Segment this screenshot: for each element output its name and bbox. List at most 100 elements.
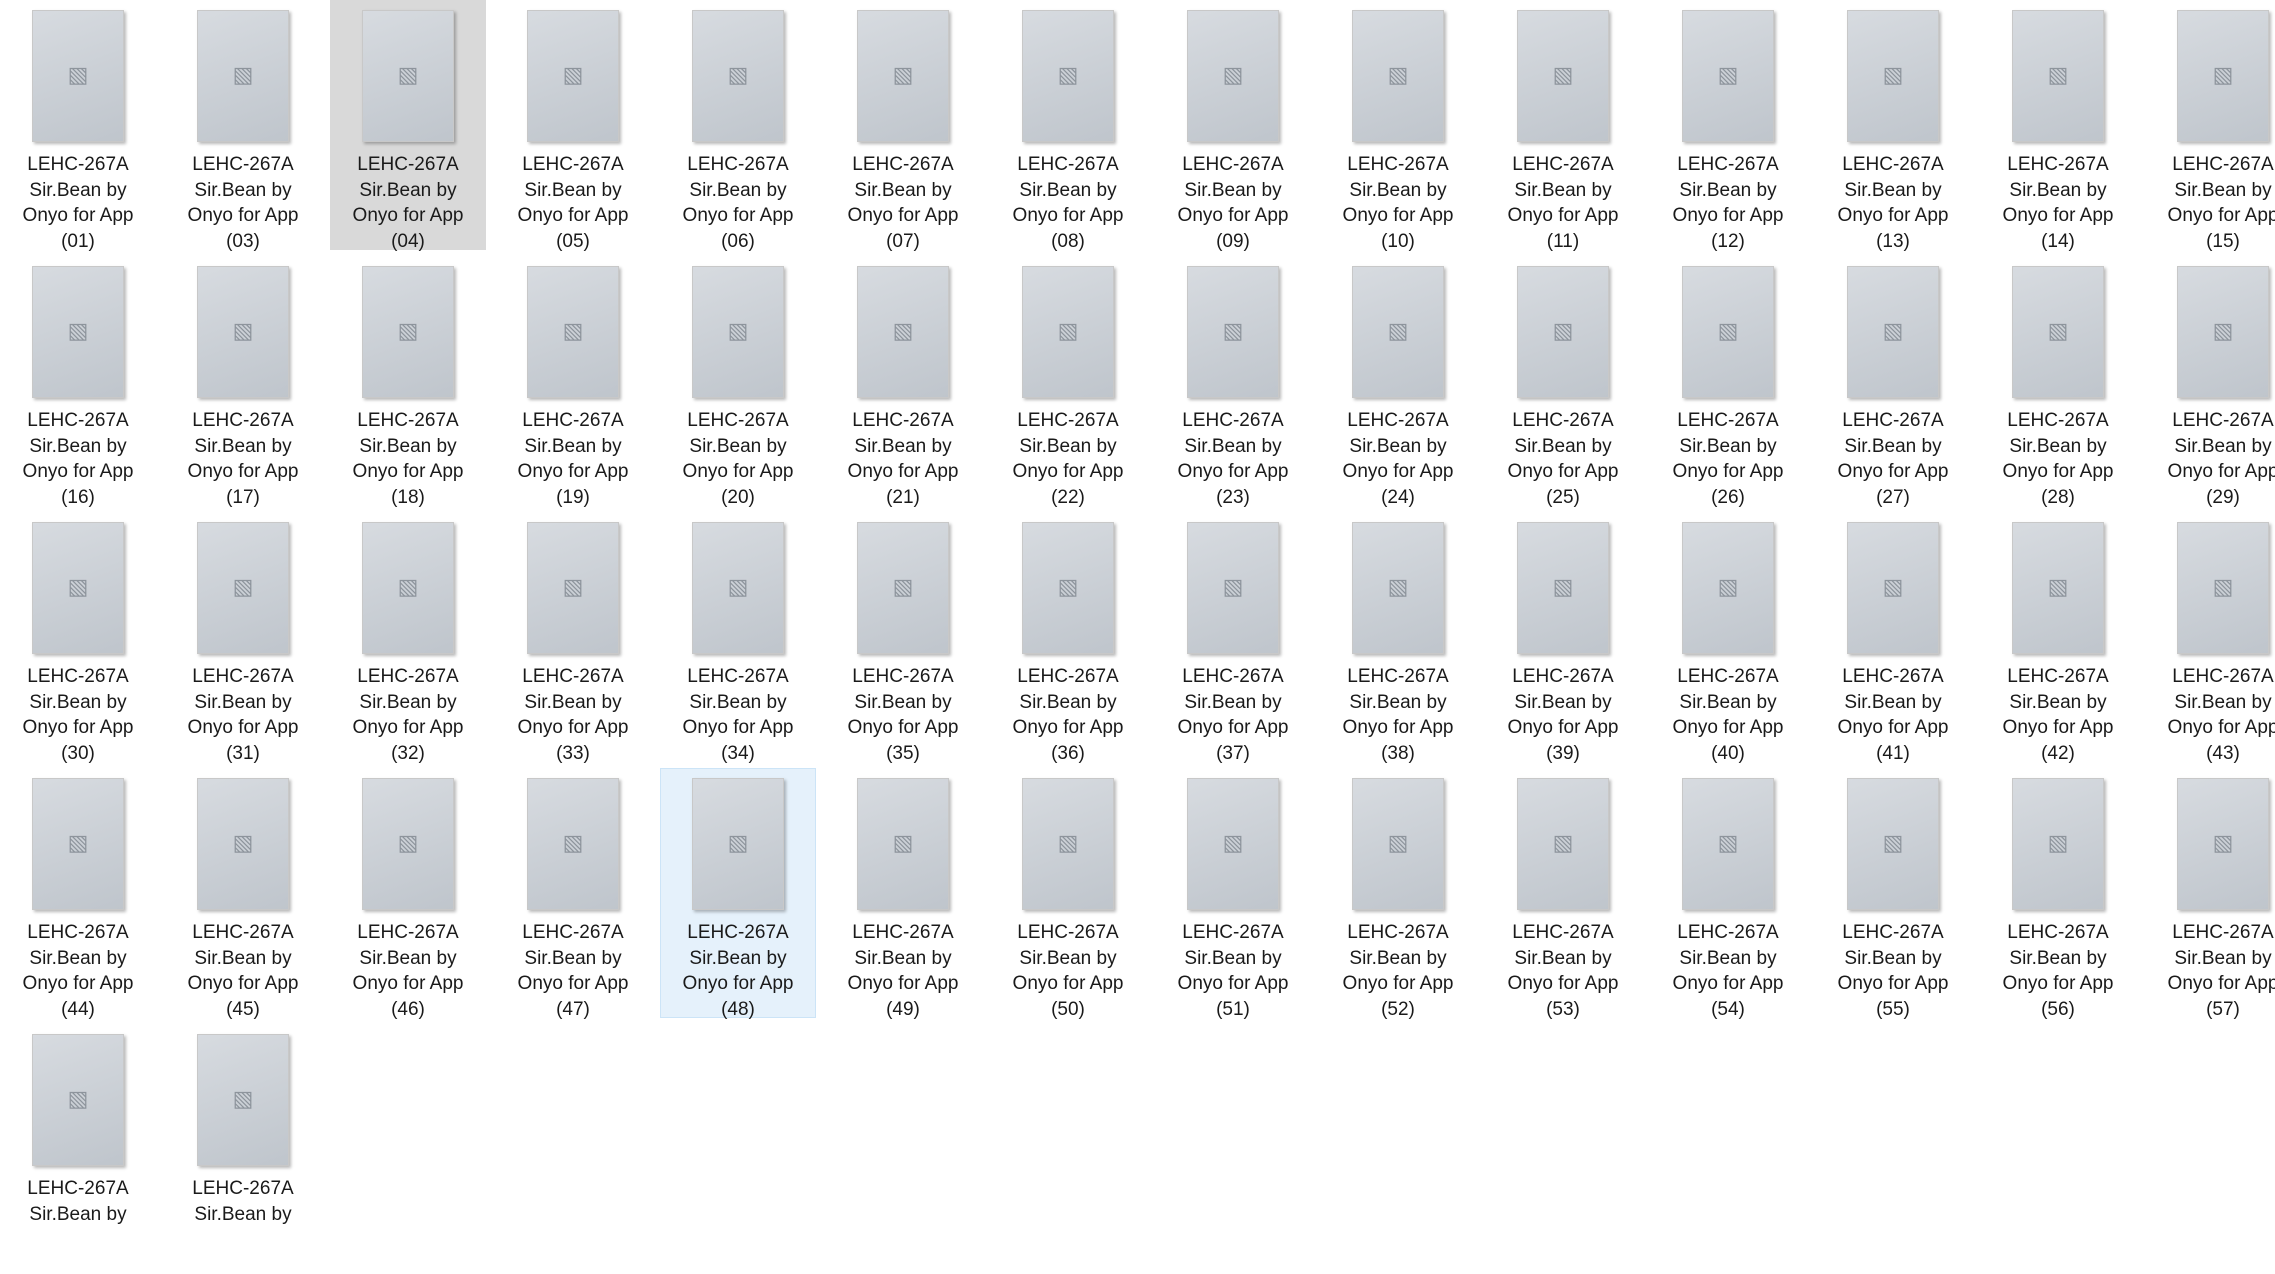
file-name-line: Sir.Bean by xyxy=(524,947,622,969)
file-item[interactable]: ▧ LEHC-267A Sir.Bean by Onyo for App (13) xyxy=(1815,0,1971,252)
file-name: LEHC-267A Sir.Bean by Onyo for App (05) xyxy=(496,152,650,254)
file-item[interactable]: ▧ LEHC-267A Sir.Bean by Onyo for App (09) xyxy=(1155,0,1311,252)
file-number: (56) xyxy=(2041,998,2075,1020)
file-item[interactable]: ▧ LEHC-267A Sir.Bean by Onyo for App (20) xyxy=(660,256,816,508)
file-item[interactable]: ▧ LEHC-267A Sir.Bean by Onyo for App (49) xyxy=(825,768,981,1020)
file-item[interactable]: ▧ LEHC-267A Sir.Bean by Onyo for App (10) xyxy=(1320,0,1476,252)
file-item[interactable]: ▧ LEHC-267A Sir.Bean by Onyo for App (45) xyxy=(165,768,321,1020)
file-item[interactable]: ▧ LEHC-267A Sir.Bean by Onyo for App (52) xyxy=(1320,768,1476,1020)
file-item[interactable]: ▧ LEHC-267A Sir.Bean by Onyo for App (30) xyxy=(0,512,156,764)
file-name-line: LEHC-267A xyxy=(1347,154,1449,175)
file-number: (35) xyxy=(886,742,920,764)
file-item[interactable]: ▧ LEHC-267A Sir.Bean by Onyo for App (25) xyxy=(1485,256,1641,508)
file-item[interactable]: ▧ LEHC-267A Sir.Bean by Onyo for App (07) xyxy=(825,0,981,252)
image-icon: ▧ xyxy=(67,319,89,344)
image-icon: ▧ xyxy=(1387,575,1409,600)
file-name-line: LEHC-267A xyxy=(27,1178,129,1199)
file-name-line: Onyo for App xyxy=(187,717,299,738)
file-name-line: Sir.Bean by xyxy=(29,179,127,201)
file-name-line: Sir.Bean by xyxy=(1019,947,1117,969)
file-name-line: LEHC-267A xyxy=(1182,154,1284,175)
file-name-line: Sir.Bean by xyxy=(524,435,622,457)
file-thumbnail: ▧ xyxy=(2012,522,2104,654)
file-name-line: Sir.Bean by xyxy=(1349,947,1447,969)
file-name-line: Sir.Bean by xyxy=(2009,691,2107,713)
file-item[interactable]: ▧ LEHC-267A Sir.Bean by Onyo for App (48) xyxy=(660,768,816,1020)
file-item[interactable]: ▧ LEHC-267A Sir.Bean by Onyo for App (37) xyxy=(1155,512,1311,764)
file-item[interactable]: ▧ LEHC-267A Sir.Bean by Onyo for App (51) xyxy=(1155,768,1311,1020)
file-number: (05) xyxy=(556,230,590,252)
file-item[interactable]: ▧ LEHC-267A Sir.Bean by xyxy=(0,1024,156,1274)
file-item[interactable]: ▧ LEHC-267A Sir.Bean by Onyo for App (46) xyxy=(330,768,486,1020)
file-name-line: LEHC-267A xyxy=(852,666,954,687)
image-icon: ▧ xyxy=(1387,63,1409,88)
file-item[interactable]: ▧ LEHC-267A Sir.Bean by Onyo for App (01) xyxy=(0,0,156,252)
file-item[interactable]: ▧ LEHC-267A Sir.Bean by Onyo for App (47) xyxy=(495,768,651,1020)
file-item[interactable]: ▧ LEHC-267A Sir.Bean by Onyo for App (08) xyxy=(990,0,1146,252)
file-item[interactable]: ▧ LEHC-267A Sir.Bean by Onyo for App (57) xyxy=(2145,768,2275,1020)
image-icon: ▧ xyxy=(2212,63,2234,88)
file-item[interactable]: ▧ LEHC-267A Sir.Bean by Onyo for App (34) xyxy=(660,512,816,764)
file-number: (45) xyxy=(226,998,260,1020)
file-item[interactable]: ▧ LEHC-267A Sir.Bean by Onyo for App (21) xyxy=(825,256,981,508)
file-item[interactable]: ▧ LEHC-267A Sir.Bean by Onyo for App (04) xyxy=(330,0,486,252)
file-item[interactable]: ▧ LEHC-267A Sir.Bean by Onyo for App (33) xyxy=(495,512,651,764)
file-item[interactable]: ▧ LEHC-267A Sir.Bean by Onyo for App (23) xyxy=(1155,256,1311,508)
file-name: LEHC-267A Sir.Bean by Onyo for App (11) xyxy=(1486,152,1640,254)
file-item[interactable]: ▧ LEHC-267A Sir.Bean by xyxy=(165,1024,321,1274)
file-name-line: Onyo for App xyxy=(352,717,464,738)
file-item[interactable]: ▧ LEHC-267A Sir.Bean by Onyo for App (27) xyxy=(1815,256,1971,508)
file-item[interactable]: ▧ LEHC-267A Sir.Bean by Onyo for App (16) xyxy=(0,256,156,508)
file-name-line: LEHC-267A xyxy=(522,154,624,175)
file-item[interactable]: ▧ LEHC-267A Sir.Bean by Onyo for App (43) xyxy=(2145,512,2275,764)
file-number: (04) xyxy=(391,230,425,252)
file-item[interactable]: ▧ LEHC-267A Sir.Bean by Onyo for App (05) xyxy=(495,0,651,252)
file-name-line: LEHC-267A xyxy=(522,666,624,687)
file-number: (34) xyxy=(721,742,755,764)
file-item[interactable]: ▧ LEHC-267A Sir.Bean by Onyo for App (14) xyxy=(1980,0,2136,252)
file-item[interactable]: ▧ LEHC-267A Sir.Bean by Onyo for App (35) xyxy=(825,512,981,764)
file-item[interactable]: ▧ LEHC-267A Sir.Bean by Onyo for App (03) xyxy=(165,0,321,252)
file-item[interactable]: ▧ LEHC-267A Sir.Bean by Onyo for App (36) xyxy=(990,512,1146,764)
file-name-line: Onyo for App xyxy=(517,973,629,994)
file-item[interactable]: ▧ LEHC-267A Sir.Bean by Onyo for App (06) xyxy=(660,0,816,252)
file-item[interactable]: ▧ LEHC-267A Sir.Bean by Onyo for App (42) xyxy=(1980,512,2136,764)
file-item[interactable]: ▧ LEHC-267A Sir.Bean by Onyo for App (12) xyxy=(1650,0,1806,252)
file-item[interactable]: ▧ LEHC-267A Sir.Bean by Onyo for App (54) xyxy=(1650,768,1806,1020)
file-item[interactable]: ▧ LEHC-267A Sir.Bean by Onyo for App (28) xyxy=(1980,256,2136,508)
file-item[interactable]: ▧ LEHC-267A Sir.Bean by Onyo for App (18) xyxy=(330,256,486,508)
file-item[interactable]: ▧ LEHC-267A Sir.Bean by Onyo for App (29) xyxy=(2145,256,2275,508)
file-name: LEHC-267A Sir.Bean by Onyo for App (21) xyxy=(826,408,980,510)
file-name-line: Onyo for App xyxy=(1177,205,1289,226)
file-item[interactable]: ▧ LEHC-267A Sir.Bean by Onyo for App (44) xyxy=(0,768,156,1020)
file-item[interactable]: ▧ LEHC-267A Sir.Bean by Onyo for App (31) xyxy=(165,512,321,764)
file-item[interactable]: ▧ LEHC-267A Sir.Bean by Onyo for App (39) xyxy=(1485,512,1641,764)
file-item[interactable]: ▧ LEHC-267A Sir.Bean by Onyo for App (50) xyxy=(990,768,1146,1020)
file-item[interactable]: ▧ LEHC-267A Sir.Bean by Onyo for App (56) xyxy=(1980,768,2136,1020)
file-item[interactable]: ▧ LEHC-267A Sir.Bean by Onyo for App (40) xyxy=(1650,512,1806,764)
file-thumbnail: ▧ xyxy=(32,266,124,398)
file-number: (12) xyxy=(1711,230,1745,252)
file-name: LEHC-267A Sir.Bean by Onyo for App (15) xyxy=(2146,152,2275,254)
file-thumbnail: ▧ xyxy=(362,10,454,142)
file-name: LEHC-267A Sir.Bean by Onyo for App (19) xyxy=(496,408,650,510)
file-item[interactable]: ▧ LEHC-267A Sir.Bean by Onyo for App (41) xyxy=(1815,512,1971,764)
file-name-line: LEHC-267A xyxy=(357,154,459,175)
file-item[interactable]: ▧ LEHC-267A Sir.Bean by Onyo for App (32) xyxy=(330,512,486,764)
file-item[interactable]: ▧ LEHC-267A Sir.Bean by Onyo for App (15) xyxy=(2145,0,2275,252)
file-name-line: LEHC-267A xyxy=(1512,666,1614,687)
file-item[interactable]: ▧ LEHC-267A Sir.Bean by Onyo for App (19) xyxy=(495,256,651,508)
file-item[interactable]: ▧ LEHC-267A Sir.Bean by Onyo for App (11) xyxy=(1485,0,1641,252)
file-number: (29) xyxy=(2206,486,2240,508)
file-item[interactable]: ▧ LEHC-267A Sir.Bean by Onyo for App (53) xyxy=(1485,768,1641,1020)
file-name-line: Onyo for App xyxy=(1177,461,1289,482)
file-item[interactable]: ▧ LEHC-267A Sir.Bean by Onyo for App (17) xyxy=(165,256,321,508)
file-number: (07) xyxy=(886,230,920,252)
file-item[interactable]: ▧ LEHC-267A Sir.Bean by Onyo for App (24) xyxy=(1320,256,1476,508)
file-item[interactable]: ▧ LEHC-267A Sir.Bean by Onyo for App (22) xyxy=(990,256,1146,508)
image-icon: ▧ xyxy=(1057,63,1079,88)
file-name-line: LEHC-267A xyxy=(1842,666,1944,687)
file-item[interactable]: ▧ LEHC-267A Sir.Bean by Onyo for App (38) xyxy=(1320,512,1476,764)
file-item[interactable]: ▧ LEHC-267A Sir.Bean by Onyo for App (26) xyxy=(1650,256,1806,508)
file-item[interactable]: ▧ LEHC-267A Sir.Bean by Onyo for App (55) xyxy=(1815,768,1971,1020)
